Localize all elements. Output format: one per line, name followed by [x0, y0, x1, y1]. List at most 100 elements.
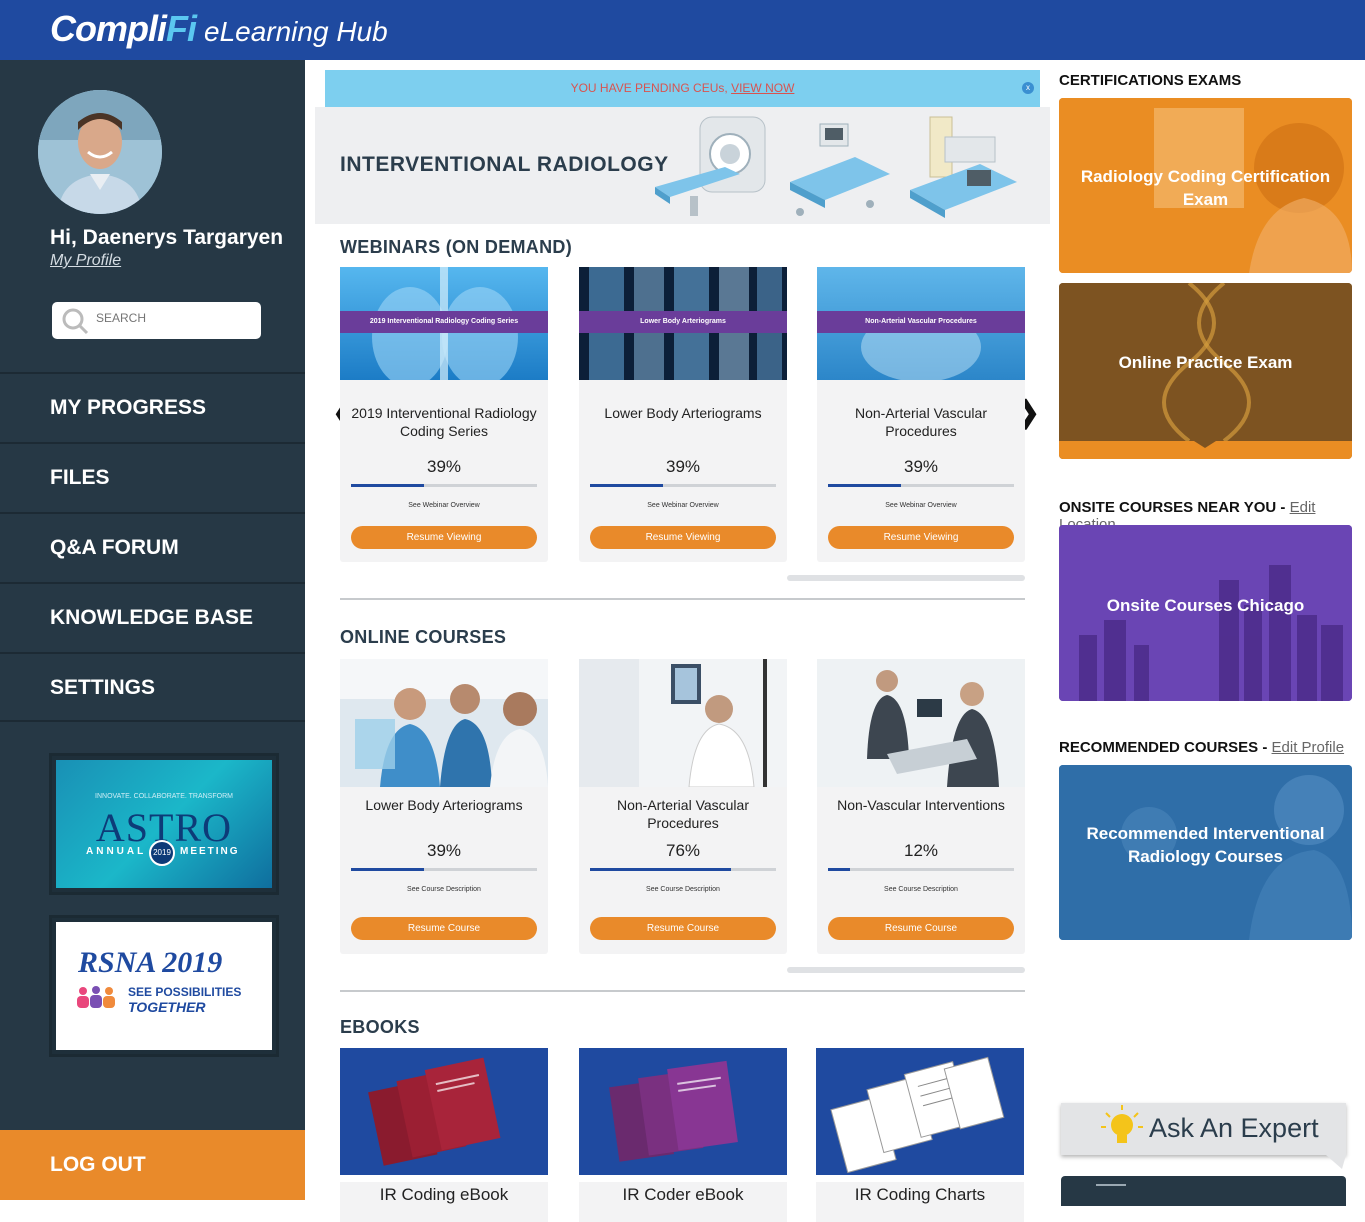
- webinars-scrollbar[interactable]: [787, 575, 1025, 581]
- webinar-band: Lower Body Arteriograms: [579, 311, 787, 333]
- astro-promo-banner[interactable]: INNOVATE. COLLABORATE. TRANSFORM ASTRO A…: [49, 753, 279, 895]
- certification-exam-card[interactable]: Radiology Coding Certification Exam: [1059, 98, 1352, 273]
- nav-my-progress[interactable]: MY PROGRESS: [0, 372, 305, 442]
- progress-fill: [351, 868, 424, 871]
- sidebar: Hi, Daenerys Targaryen My Profile MY PRO…: [0, 60, 305, 1200]
- resume-viewing-button[interactable]: Resume Viewing: [590, 526, 776, 549]
- user-greeting: Hi, Daenerys Targaryen: [50, 226, 284, 249]
- expert-chat-bar[interactable]: [1061, 1176, 1346, 1206]
- progress-fill: [590, 868, 732, 871]
- astro-meeting: MEETING: [180, 846, 240, 857]
- brand-accent: Fi: [166, 8, 197, 49]
- alert-view-now-link[interactable]: VIEW NOW: [731, 81, 794, 95]
- nav-knowledge-base[interactable]: KNOWLEDGE BASE: [0, 582, 305, 652]
- medical-equipment-illustration: [655, 116, 1017, 218]
- astro-year: 2019: [149, 840, 175, 866]
- progress-fill: [351, 484, 424, 487]
- section-divider: [340, 598, 1025, 600]
- course-card[interactable]: Non-Vascular Interventions 12% See Cours…: [817, 659, 1025, 954]
- webinar-band: 2019 Interventional Radiology Coding Ser…: [340, 311, 548, 333]
- progress-fill: [828, 484, 901, 487]
- onsite-course-label: Onsite Courses Chicago: [1106, 596, 1305, 615]
- webinar-card[interactable]: Lower Body Arteriograms Lower Body Arter…: [579, 267, 787, 562]
- course-description-link[interactable]: See Course Description: [340, 886, 548, 893]
- ebook-card[interactable]: IR Coding eBook: [340, 1048, 548, 1222]
- ebook-card[interactable]: IR Coding Charts: [816, 1048, 1024, 1222]
- rsna-name: RSNA: [78, 946, 155, 979]
- rsna-logo: RSNA 2019 SEE POSSIBILITIES TOGETHER: [56, 922, 272, 1050]
- search-input[interactable]: [96, 311, 246, 325]
- webinar-card[interactable]: 2019 Interventional Radiology Coding Ser…: [340, 267, 548, 562]
- astro-annual: ANNUAL: [86, 846, 147, 857]
- search-icon[interactable]: [60, 306, 90, 341]
- recommended-course-card[interactable]: Recommended Interventional Radiology Cou…: [1059, 765, 1352, 940]
- ebook-cover: [340, 1048, 548, 1175]
- brand-subtitle: eLearning Hub: [204, 16, 388, 47]
- webinar-percent: 39%: [665, 457, 701, 476]
- progress-fill: [590, 484, 663, 487]
- close-icon[interactable]: x: [1022, 82, 1034, 94]
- courses-scrollbar[interactable]: [787, 967, 1025, 973]
- alert-text: YOU HAVE PENDING CEUs,: [570, 81, 732, 95]
- webinar-overview-link[interactable]: See Webinar Overview: [340, 502, 548, 509]
- astro-tagline: INNOVATE. COLLABORATE. TRANSFORM: [95, 793, 233, 800]
- course-card[interactable]: Lower Body Arteriograms 39% See Course D…: [340, 659, 548, 954]
- course-percent: 39%: [426, 841, 462, 860]
- edit-profile-link[interactable]: Edit Profile: [1272, 739, 1345, 756]
- course-description-link[interactable]: See Course Description: [579, 886, 787, 893]
- webinar-overview-link[interactable]: See Webinar Overview: [579, 502, 787, 509]
- webinar-progress-bar: [828, 484, 1014, 487]
- course-percent: 12%: [903, 841, 939, 860]
- webinar-progress-bar: [351, 484, 537, 487]
- course-thumbnail: [340, 659, 548, 787]
- resume-course-button[interactable]: Resume Course: [351, 917, 537, 940]
- onsite-course-card[interactable]: Onsite Courses Chicago: [1059, 525, 1352, 701]
- practice-exam-label: Online Practice Exam: [1118, 353, 1293, 372]
- rsna-line1: SEE POSSIBILITIES: [128, 985, 242, 999]
- nav-files[interactable]: FILES: [0, 442, 305, 512]
- astro-logo: INNOVATE. COLLABORATE. TRANSFORM ASTRO A…: [56, 760, 272, 888]
- practice-exam-card[interactable]: Online Practice Exam: [1059, 283, 1352, 459]
- lightbulb-icon: [1101, 1105, 1143, 1143]
- brand-logo[interactable]: CompliFi eLearning Hub: [50, 8, 388, 50]
- webinar-thumbnail: 2019 Interventional Radiology Coding Ser…: [340, 267, 548, 380]
- section-divider: [340, 990, 1025, 992]
- webinar-name: Non-Arterial Vascular Procedures: [854, 405, 987, 439]
- avatar[interactable]: [38, 90, 162, 214]
- course-card[interactable]: Non-Arterial Vascular Procedures 76% See…: [579, 659, 787, 954]
- resume-course-button[interactable]: Resume Course: [590, 917, 776, 940]
- course-name: Non-Arterial Vascular Procedures: [616, 797, 749, 831]
- webinar-overview-link[interactable]: See Webinar Overview: [817, 502, 1025, 509]
- course-name: Lower Body Arteriograms: [365, 797, 523, 813]
- page-title: INTERVENTIONAL RADIOLOGY: [340, 153, 669, 176]
- resume-viewing-button[interactable]: Resume Viewing: [828, 526, 1014, 549]
- webinar-percent: 39%: [426, 457, 462, 476]
- course-name: Non-Vascular Interventions: [837, 797, 1005, 813]
- main-content: YOU HAVE PENDING CEUs, VIEW NOW x INTERV…: [315, 60, 1050, 1222]
- rsna-promo-banner[interactable]: RSNA 2019 SEE POSSIBILITIES TOGETHER: [49, 915, 279, 1057]
- hero-banner: INTERVENTIONAL RADIOLOGY: [315, 107, 1050, 224]
- sidebar-nav: MY PROGRESS FILES Q&A FORUM KNOWLEDGE BA…: [0, 372, 305, 722]
- progress-fill: [828, 868, 851, 871]
- course-progress-bar: [828, 868, 1014, 871]
- nav-settings[interactable]: SETTINGS: [0, 652, 305, 722]
- webinar-name: 2019 Interventional Radiology Coding Ser…: [351, 405, 537, 439]
- resume-course-button[interactable]: Resume Course: [828, 917, 1014, 940]
- logout-button[interactable]: LOG OUT: [0, 1130, 305, 1200]
- webinar-card[interactable]: Non-Arterial Vascular Procedures Non-Art…: [817, 267, 1025, 562]
- nav-qa-forum[interactable]: Q&A FORUM: [0, 512, 305, 582]
- webinar-percent: 39%: [903, 457, 939, 476]
- resume-viewing-button[interactable]: Resume Viewing: [351, 526, 537, 549]
- webinar-progress-bar: [590, 484, 776, 487]
- course-progress-bar: [590, 868, 776, 871]
- ebook-name: IR Coder eBook: [579, 1182, 787, 1222]
- my-profile-link[interactable]: My Profile: [50, 252, 121, 270]
- course-description-link[interactable]: See Course Description: [817, 886, 1025, 893]
- ebook-card[interactable]: IR Coder eBook: [579, 1048, 787, 1222]
- ask-an-expert-widget[interactable]: Ask An Expert: [1061, 1103, 1346, 1169]
- course-percent: 76%: [665, 841, 701, 860]
- right-rail: CERTIFICATIONS EXAMS Radiology Coding Ce…: [1050, 60, 1365, 1206]
- top-header: CompliFi eLearning Hub: [0, 0, 1365, 60]
- speech-tail-icon: [1326, 1155, 1346, 1169]
- ask-an-expert-label: Ask An Expert: [1149, 1113, 1319, 1143]
